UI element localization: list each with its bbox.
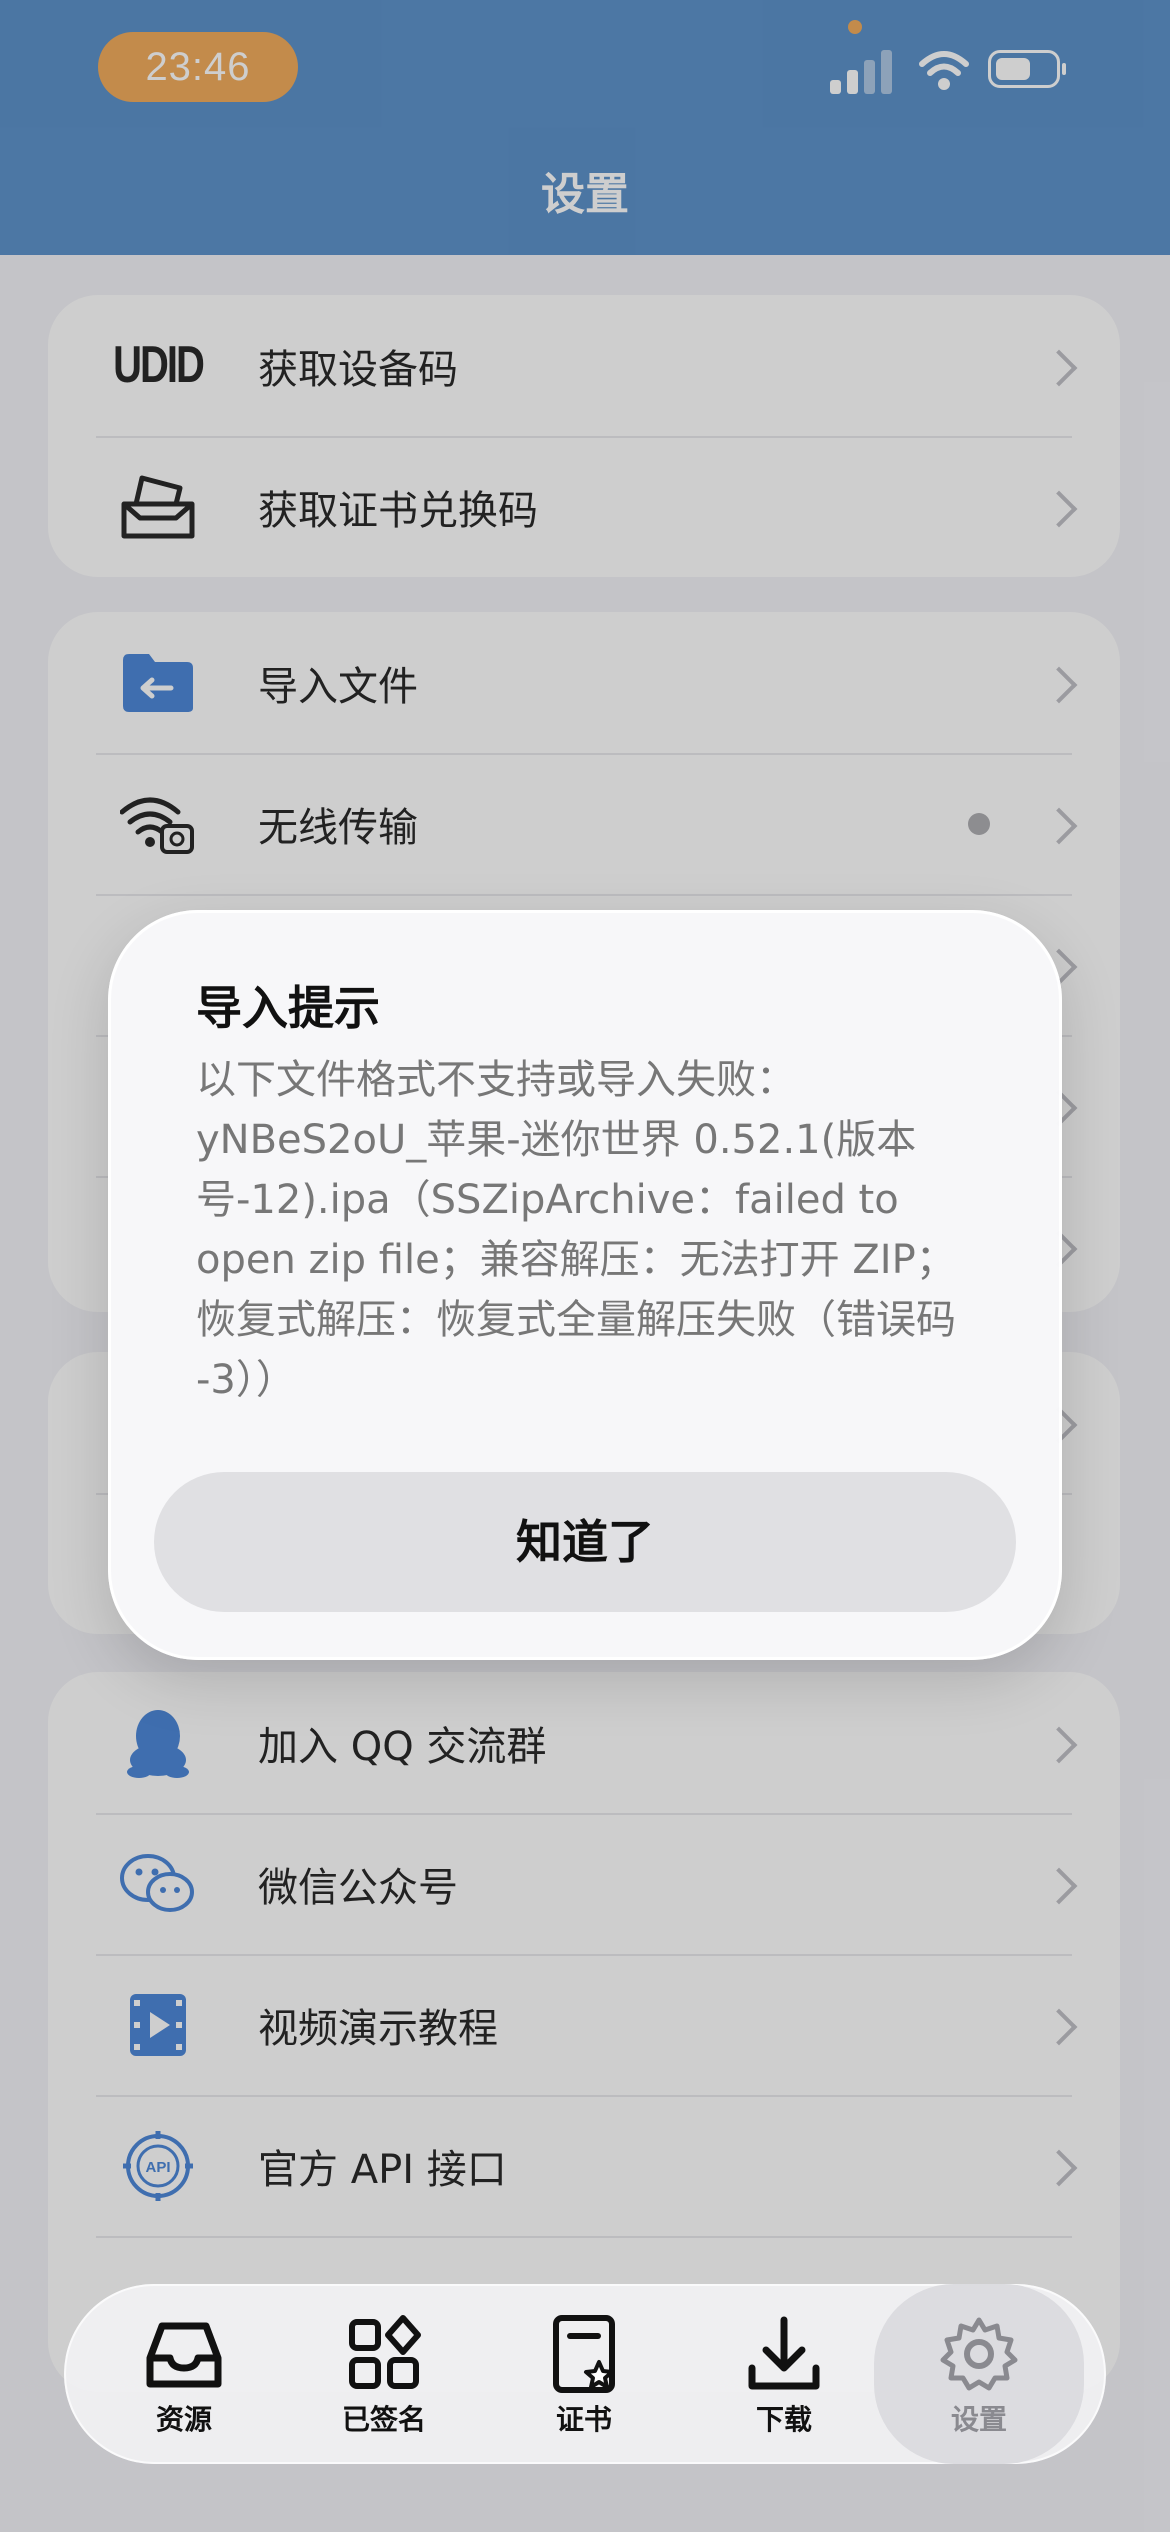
tab-settings[interactable]: 设置: [874, 2284, 1084, 2464]
dialog-title: 导入提示: [196, 981, 380, 1035]
tab-certificate[interactable]: 证书: [484, 2284, 684, 2464]
tab-label: 资源: [155, 2403, 212, 2436]
dialog-message: 以下文件格式不支持或导入失败： yNBeS2oU_苹果-迷你世界 0.52.1(…: [196, 1057, 956, 1403]
tab-label: 已签名: [341, 2403, 426, 2436]
tab-signed[interactable]: 已签名: [284, 2284, 484, 2464]
inbox-tray-icon: [146, 2322, 222, 2388]
download-icon: [748, 2316, 820, 2390]
gear-icon: [940, 2317, 1018, 2391]
tab-label: 下载: [755, 2403, 812, 2436]
settings-page: 23:46 设置 UDID 获取设备码 获取证书兑换码 导入文件 无线传输 加入…: [0, 0, 1170, 2532]
import-alert-dialog: 导入提示 以下文件格式不支持或导入失败： yNBeS2oU_苹果-迷你世界 0.…: [108, 910, 1062, 1660]
apps-grid-icon: [349, 2315, 421, 2389]
certificate-icon: [553, 2315, 615, 2393]
tab-label: 证书: [555, 2403, 612, 2436]
tab-bar: 资源 已签名 证书 下载 设置: [64, 2284, 1106, 2464]
tab-label: 设置: [950, 2403, 1007, 2436]
tab-resources[interactable]: 资源: [84, 2284, 284, 2464]
tab-download[interactable]: 下载: [684, 2284, 884, 2464]
dialog-ok-button[interactable]: 知道了: [154, 1472, 1016, 1612]
